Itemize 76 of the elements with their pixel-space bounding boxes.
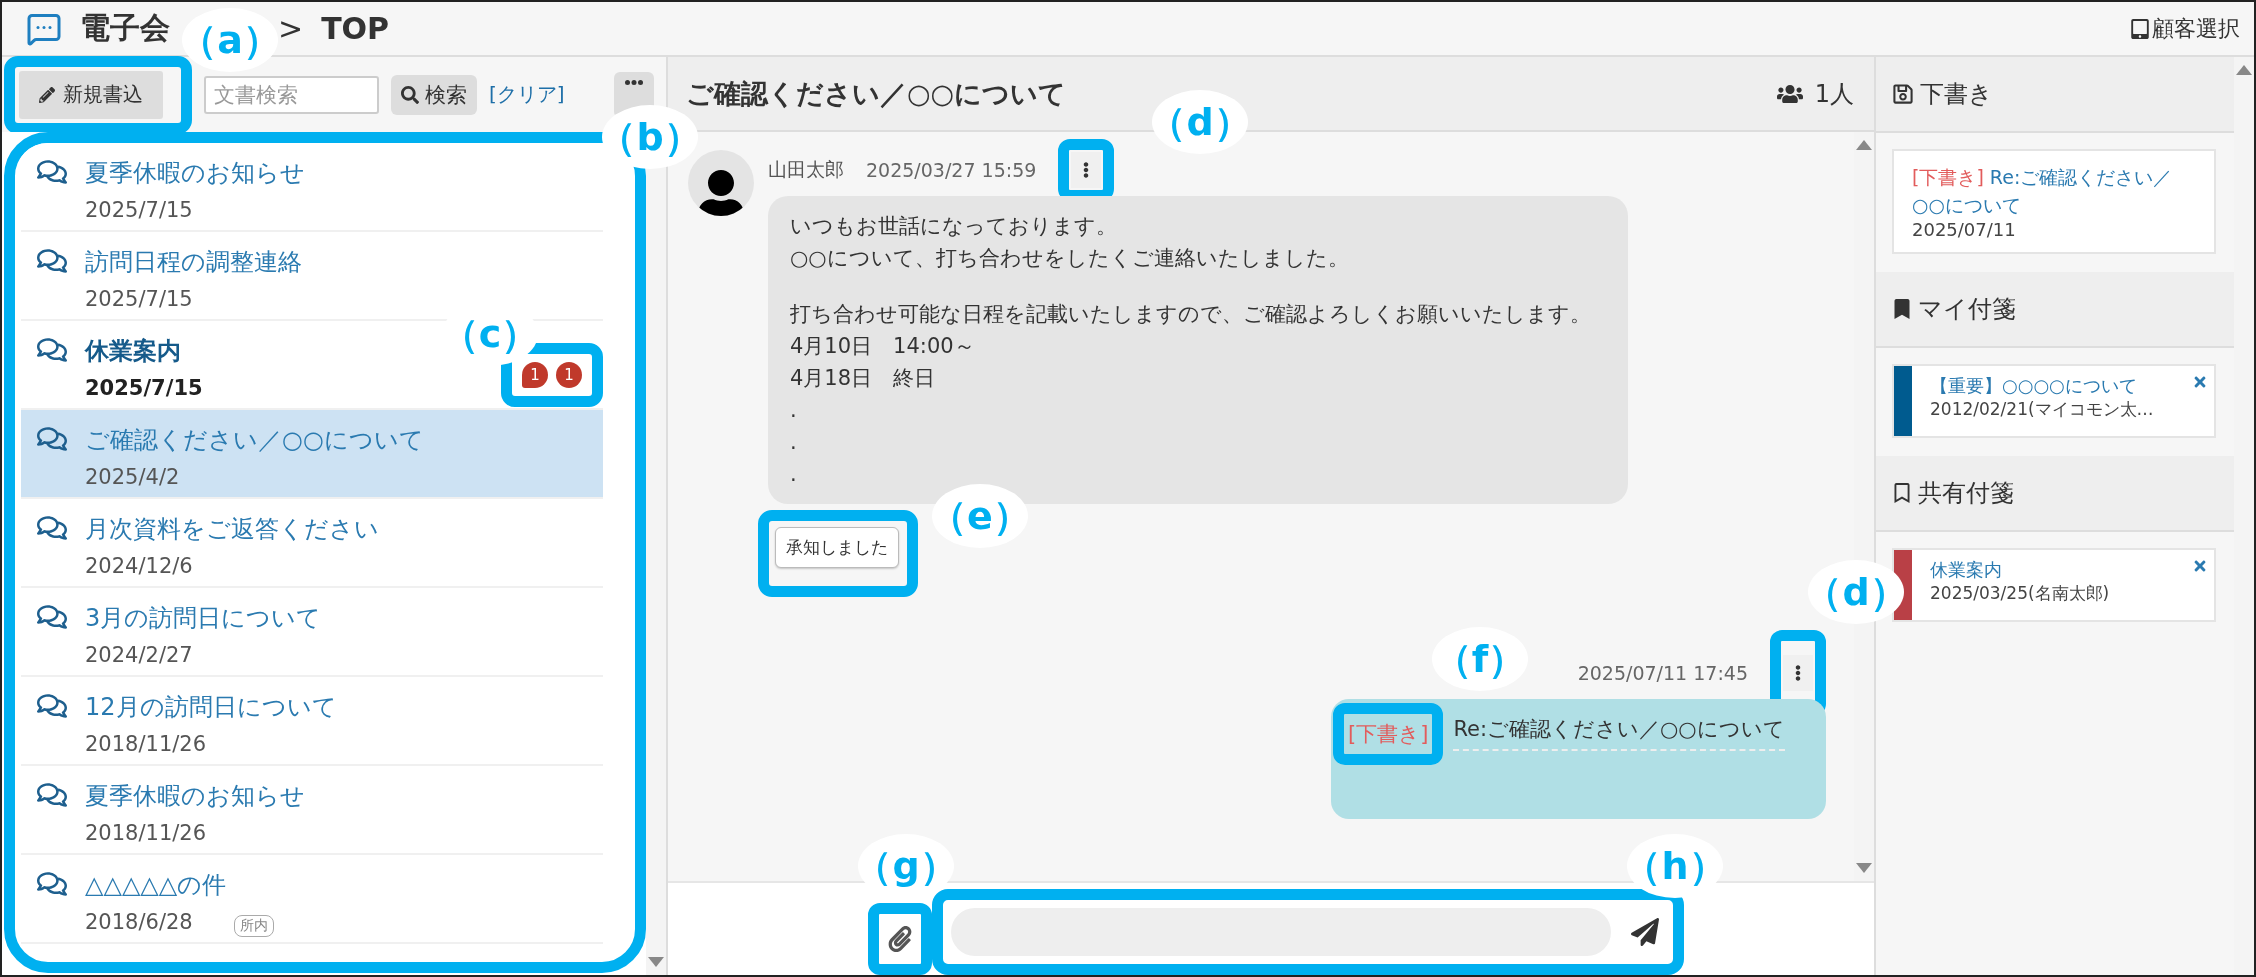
- close-button[interactable]: [2192, 374, 2208, 390]
- draft-date: 2025/07/11: [1912, 219, 2017, 240]
- clear-link[interactable]: [クリア]: [489, 81, 565, 108]
- more-options-button[interactable]: [1783, 655, 1813, 691]
- thread-title: ご確認ください／○○について: [85, 425, 424, 456]
- search-icon: [401, 85, 419, 104]
- bookmark-icon: [1892, 299, 1912, 319]
- message-line: 打ち合わせ可能な日程を記載いたしますので、ご確認よろしくお願いいたします。: [790, 301, 1592, 328]
- count-badge: 1: [556, 362, 582, 388]
- member-count: 1人: [1814, 78, 1854, 110]
- thread-date: 2025/7/15: [85, 286, 194, 313]
- thread-title: 3月の訪問日について: [85, 603, 322, 634]
- message-line: 4月10日 14:00～: [790, 333, 976, 360]
- message-time: 2025/03/27 15:59: [866, 159, 1037, 181]
- new-post-button[interactable]: 新規書込: [19, 70, 163, 119]
- thread-date: 2018/11/26: [85, 731, 208, 758]
- thread-date: 2024/2/27: [85, 642, 194, 669]
- section-title: 下書き: [1920, 79, 1993, 110]
- scroll-up-icon[interactable]: [2236, 65, 2252, 75]
- thread-date: 2018/11/26: [85, 820, 208, 847]
- customer-select-link[interactable]: 顧客選択: [2130, 13, 2240, 44]
- thread-date: 2024/12/6: [85, 553, 194, 580]
- section-title: 共有付箋: [1918, 478, 2014, 509]
- page-title: TOP: [321, 11, 390, 46]
- message-line: 4月18日 終日: [790, 365, 937, 392]
- note-meta: 2012/02/21(マイコモン太…: [1930, 398, 2154, 421]
- thread-title: 夏季休暇のお知らせ: [85, 158, 305, 189]
- sticky-note[interactable]: 休業案内 2025/03/25(名南太郎): [1892, 548, 2216, 622]
- thread-date: 2025/7/15: [85, 197, 194, 224]
- thread-item[interactable]: 夏季休暇のお知らせ 2025/7/15: [21, 143, 603, 232]
- section-title: マイ付箋: [1918, 294, 2016, 325]
- thread-title: △△△△△の件: [85, 870, 227, 901]
- message-line: .: [790, 397, 798, 424]
- message-line: .: [790, 461, 798, 488]
- thread-title: 12月の訪問日について: [85, 692, 337, 723]
- tablet-icon: [2130, 18, 2150, 39]
- draft-title: [下書き] Re:ご確認ください／○○について: [1912, 165, 2174, 218]
- ellipsis-icon: [625, 79, 643, 85]
- thread-date: 2025/7/15: [85, 375, 203, 402]
- attach-button[interactable]: [887, 926, 913, 952]
- message-time: 2025/07/11 17:45: [1577, 662, 1748, 684]
- more-options-button[interactable]: [1071, 152, 1102, 188]
- message-line: .: [790, 429, 798, 456]
- app-title: 電子会: [80, 9, 170, 47]
- message-text: Re:ご確認ください／○○について: [1453, 715, 1785, 751]
- sticky-note[interactable]: 【重要】○○○○について 2012/02/21(マイコモン太…: [1892, 364, 2216, 438]
- message-line: ○○について、打ち合わせをしたくご連絡いたしました。: [790, 245, 1350, 272]
- thread-title: 訪問日程の調整連絡: [85, 247, 302, 278]
- thread-date: 2018/6/28: [85, 909, 194, 936]
- search-field[interactable]: 文書検索: [204, 75, 379, 114]
- thread-title: 休業案内: [85, 336, 182, 367]
- thread-title: 月次資料をご返答ください: [85, 514, 379, 545]
- send-icon: [1631, 918, 1659, 946]
- bookmark-icon: [1892, 483, 1912, 503]
- pencil-icon: [39, 86, 55, 103]
- note-meta: 2025/03/25(名南太郎): [1930, 582, 2110, 605]
- message-line: いつもお世話になっております。: [790, 213, 1118, 240]
- paperclip-icon: [887, 926, 913, 952]
- draft-card[interactable]: [下書き] Re:ご確認ください／○○について 2025/07/11: [1892, 149, 2216, 254]
- draft-tag: [下書き]: [1348, 720, 1429, 748]
- breadcrumb-separator: >: [278, 11, 304, 46]
- thread-date: 2025/4/2: [85, 464, 181, 491]
- note-title: 【重要】○○○○について: [1930, 374, 2138, 398]
- thread-title: 夏季休暇のお知らせ: [85, 781, 305, 812]
- save-icon: [1892, 83, 1914, 105]
- close-button[interactable]: [2192, 558, 2208, 574]
- close-icon: [2192, 558, 2208, 574]
- thread-tag: 所内: [234, 914, 275, 937]
- message-author: 山田太郎: [768, 157, 844, 182]
- note-title: 休業案内: [1930, 558, 2003, 582]
- send-button[interactable]: [1631, 918, 1659, 946]
- comment-count-badge: 1: [522, 362, 548, 388]
- close-icon: [2192, 374, 2208, 390]
- search-button[interactable]: 検索: [391, 74, 477, 115]
- reaction-bubble[interactable]: 承知しました: [775, 527, 899, 568]
- thread-item[interactable]: ご確認ください／○○について 2025/4/2: [21, 410, 603, 499]
